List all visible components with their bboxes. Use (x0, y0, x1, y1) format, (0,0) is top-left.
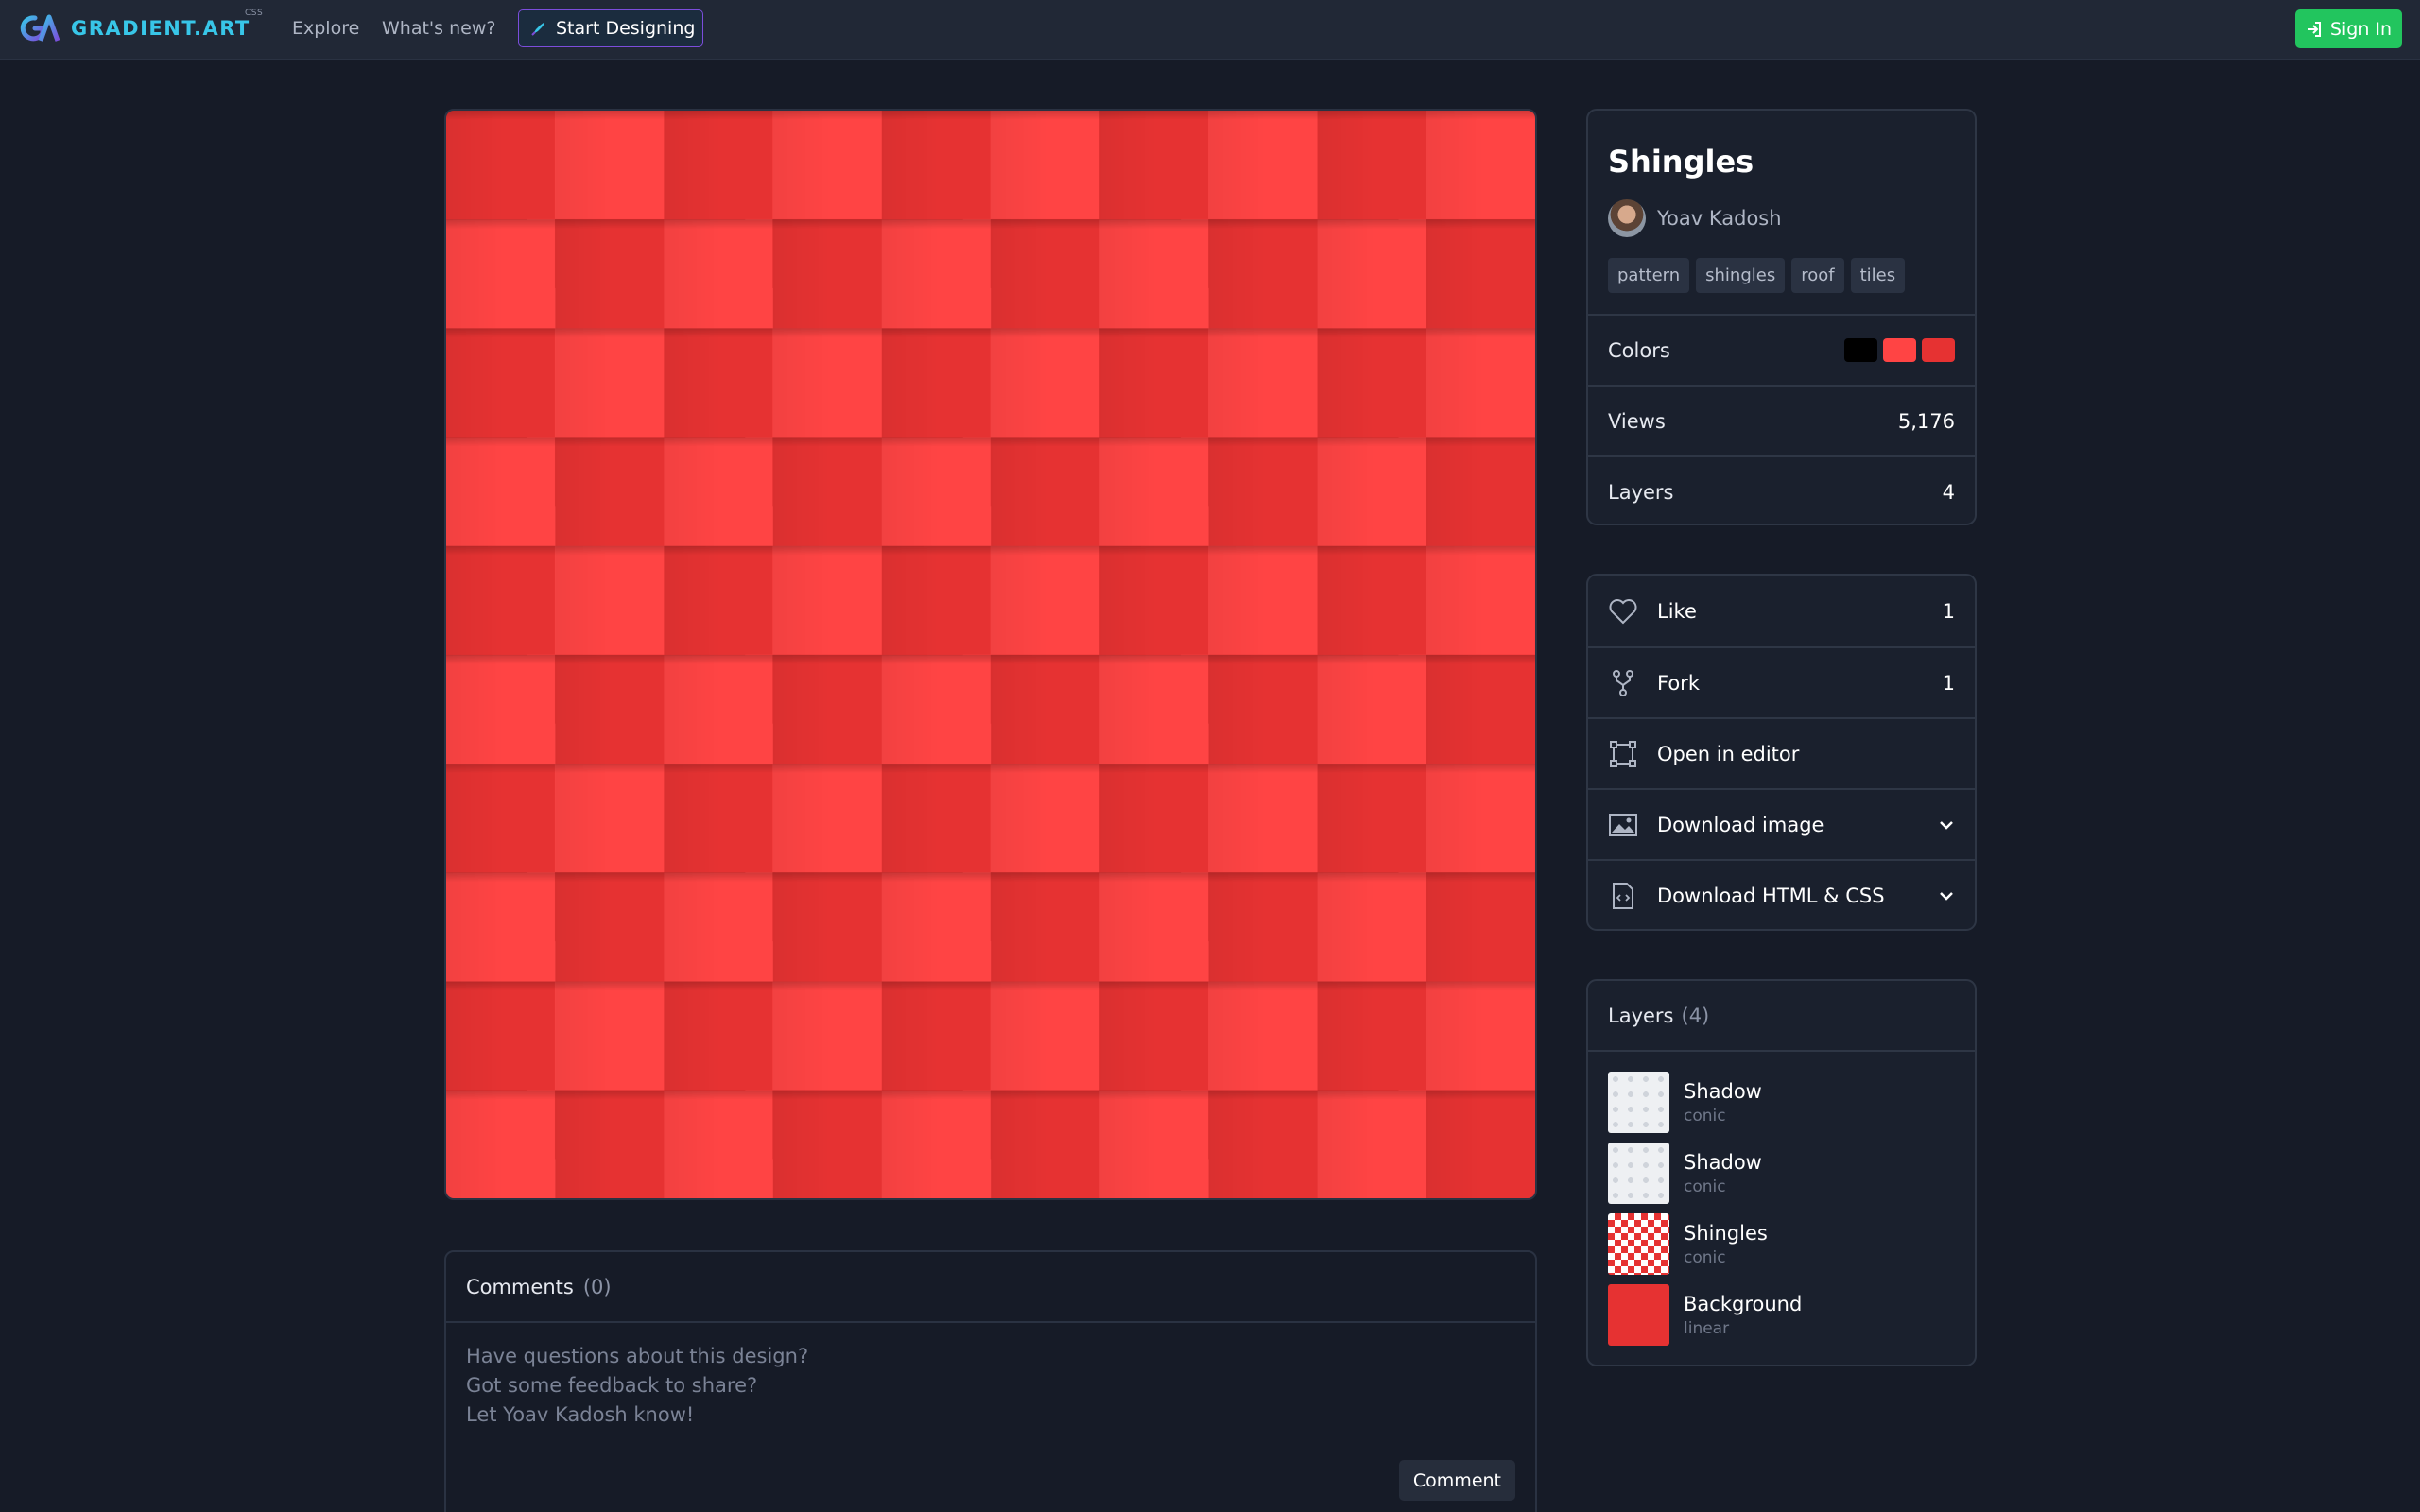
layers-count: 4 (1942, 480, 1955, 504)
layers-panel-title: Layers (1608, 1004, 1674, 1027)
like-label: Like (1657, 599, 1697, 623)
layer-name: Shingles (1684, 1221, 1768, 1245)
open-in-editor-button[interactable]: Open in editor (1588, 717, 1975, 788)
start-designing-button[interactable]: Start Designing (518, 9, 703, 47)
like-count: 1 (1942, 599, 1955, 623)
layers-row: Layers 4 (1588, 455, 1975, 524)
colors-label: Colors (1608, 338, 1670, 362)
layer-name: Background (1684, 1292, 1803, 1315)
layers-label: Layers (1608, 480, 1674, 504)
tag-shingles[interactable]: shingles (1696, 258, 1786, 293)
layer-name: Shadow (1684, 1079, 1762, 1103)
start-designing-label: Start Designing (556, 18, 696, 39)
sign-in-icon (2307, 21, 2321, 37)
tag-roof[interactable]: roof (1791, 258, 1844, 293)
views-row: Views 5,176 (1588, 385, 1975, 455)
color-swatch[interactable] (1844, 338, 1877, 362)
layer-thumbnail (1608, 1143, 1669, 1204)
code-file-icon (1608, 881, 1638, 911)
download-image-label: Download image (1657, 813, 1824, 836)
color-swatches (1844, 338, 1955, 362)
editor-frame-icon (1608, 739, 1638, 769)
comment-placeholder-line-1: Have questions about this design? (466, 1345, 809, 1367)
layers-panel: Layers (4) Shadow conic Shadow conic Shi… (1586, 979, 1977, 1366)
layer-thumbnail (1608, 1284, 1669, 1346)
layer-name: Shadow (1684, 1150, 1762, 1174)
avatar (1608, 199, 1646, 237)
tag-pattern[interactable]: pattern (1608, 258, 1690, 293)
comments-section: Comments (0) Have questions about this d… (444, 1250, 1537, 1512)
tag-list: pattern shingles roof tiles (1608, 258, 1906, 293)
logo[interactable]: GRADIENT.ART CSS (20, 9, 263, 43)
design-preview-canvas[interactable] (444, 109, 1537, 1200)
comment-placeholder-line-2: Got some feedback to share? (466, 1374, 758, 1397)
download-html-css-label: Download HTML & CSS (1657, 884, 1885, 907)
layers-panel-count: (4) (1681, 1004, 1710, 1027)
comment-input[interactable]: Have questions about this design? Got so… (446, 1323, 1535, 1449)
logo-css-label: CSS (245, 9, 264, 18)
fork-label: Fork (1657, 671, 1700, 695)
image-icon (1608, 810, 1638, 840)
gradient-art-logo-icon (20, 14, 60, 42)
comments-count: (0) (582, 1275, 612, 1298)
design-title: Shingles (1608, 144, 1754, 180)
layers-header: Layers (4) (1588, 981, 1975, 1052)
nav-explore[interactable]: Explore (292, 18, 359, 39)
comments-header: Comments (0) (446, 1252, 1535, 1323)
author-link[interactable]: Yoav Kadosh (1608, 199, 1782, 237)
download-image-button[interactable]: Download image (1588, 788, 1975, 859)
comments-title: Comments (466, 1275, 574, 1298)
fork-icon (1608, 668, 1638, 698)
comment-placeholder-line-3: Let Yoav Kadosh know! (466, 1403, 695, 1426)
layer-type: linear (1684, 1318, 1730, 1338)
layer-item[interactable]: Background linear (1608, 1284, 1802, 1346)
author-name: Yoav Kadosh (1657, 207, 1782, 230)
download-html-css-button[interactable]: Download HTML & CSS (1588, 859, 1975, 929)
chevron-down-icon (1940, 891, 1953, 901)
layer-thumbnail (1608, 1213, 1669, 1275)
views-count: 5,176 (1897, 409, 1955, 433)
nav-whats-new[interactable]: What's new? (382, 18, 495, 39)
chevron-down-icon (1940, 820, 1953, 830)
layer-type: conic (1684, 1247, 1726, 1267)
sign-in-button[interactable]: Sign In (2295, 9, 2402, 48)
design-info-panel: Shingles Yoav Kadosh pattern shingles ro… (1586, 109, 1977, 525)
logo-text: GRADIENT.ART (71, 17, 251, 40)
color-swatch[interactable] (1922, 338, 1955, 362)
colors-row: Colors (1588, 314, 1975, 385)
tag-tiles[interactable]: tiles (1850, 258, 1906, 293)
views-label: Views (1608, 409, 1666, 433)
layer-type: conic (1684, 1177, 1726, 1196)
layer-item[interactable]: Shadow conic (1608, 1072, 1762, 1133)
fork-button[interactable]: Fork 1 (1588, 646, 1975, 717)
actions-panel: Like 1 Fork 1 Open in editor Download im… (1586, 574, 1977, 931)
fork-count: 1 (1942, 671, 1955, 695)
like-button[interactable]: Like 1 (1588, 576, 1975, 646)
layer-thumbnail (1608, 1072, 1669, 1133)
paint-brush-icon (531, 22, 544, 36)
sign-in-label: Sign In (2329, 18, 2393, 40)
open-in-editor-label: Open in editor (1657, 742, 1800, 765)
top-navbar: GRADIENT.ART CSS Explore What's new? Sta… (0, 0, 2420, 60)
layer-type: conic (1684, 1106, 1726, 1125)
color-swatch[interactable] (1883, 338, 1916, 362)
comment-button[interactable]: Comment (1398, 1460, 1515, 1501)
layer-item[interactable]: Shadow conic (1608, 1143, 1762, 1204)
heart-icon (1608, 596, 1638, 627)
layer-item[interactable]: Shingles conic (1608, 1213, 1768, 1275)
